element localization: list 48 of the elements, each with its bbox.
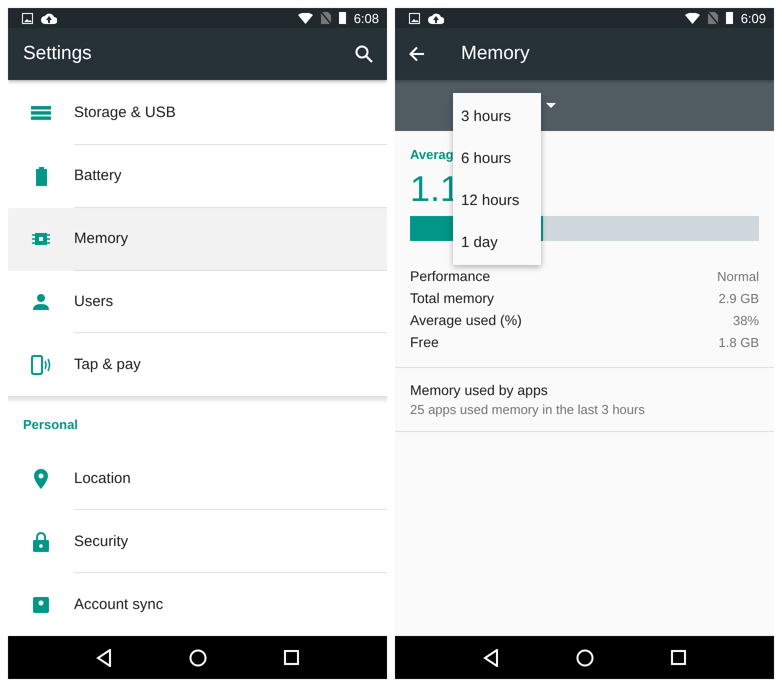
- apps-memory-item[interactable]: Memory used by apps 25 apps used memory in the last 3 hours: [395, 368, 774, 432]
- cloud-upload-icon: [41, 12, 57, 24]
- menu-item[interactable]: 1 day: [453, 221, 541, 263]
- stat-label: Total memory: [410, 290, 494, 306]
- home-button[interactable]: [188, 648, 207, 666]
- status-time: 6:08: [354, 10, 379, 26]
- stat-label: Free: [410, 334, 439, 350]
- menu-item[interactable]: 12 hours: [453, 179, 541, 221]
- home-button[interactable]: [576, 648, 594, 666]
- phone-nfc-icon: [31, 354, 51, 375]
- dropdown-caret-icon: [546, 103, 556, 108]
- image-icon: [22, 12, 33, 24]
- storage-icon: [31, 106, 51, 120]
- recents-button[interactable]: [670, 650, 686, 665]
- map-pin-icon: [34, 468, 48, 489]
- status-time: 6:09: [740, 10, 766, 26]
- settings-item[interactable]: Memory: [8, 208, 387, 271]
- back-arrow-button[interactable]: [409, 46, 425, 62]
- stat-label: Average used (%): [410, 312, 522, 328]
- lock-icon: [33, 532, 49, 552]
- memory-chip-icon: [32, 231, 50, 248]
- settings-item[interactable]: Users: [8, 270, 387, 334]
- back-button[interactable]: [96, 648, 112, 666]
- menu-item[interactable]: 6 hours: [453, 137, 541, 179]
- stat-value: Normal: [717, 268, 759, 284]
- cloud-upload-icon: [428, 12, 444, 24]
- menu-item[interactable]: 3 hours: [453, 95, 541, 137]
- recents-button[interactable]: [284, 650, 299, 665]
- screen-title: Settings: [23, 43, 92, 65]
- battery-icon: [36, 166, 46, 186]
- section-header: Personal: [23, 417, 78, 432]
- stat-label: Performance: [410, 268, 490, 284]
- summary-label: Averag: [410, 147, 454, 162]
- wifi-icon: [298, 12, 313, 24]
- no-sim-icon: [708, 12, 718, 24]
- stat-value: 2.9 GB: [718, 290, 759, 306]
- person-icon: [33, 294, 49, 310]
- stat-value: 38%: [732, 312, 759, 328]
- account-sync-icon: [33, 596, 49, 613]
- search-button[interactable]: [355, 45, 373, 63]
- battery-icon: [338, 12, 346, 24]
- back-button[interactable]: [483, 648, 500, 666]
- wifi-icon: [684, 12, 700, 24]
- screen-title: Memory: [461, 43, 530, 65]
- no-sim-icon: [320, 12, 331, 24]
- battery-icon: [726, 12, 733, 24]
- image-icon: [409, 12, 420, 24]
- stat-value: 1.8 GB: [718, 334, 759, 350]
